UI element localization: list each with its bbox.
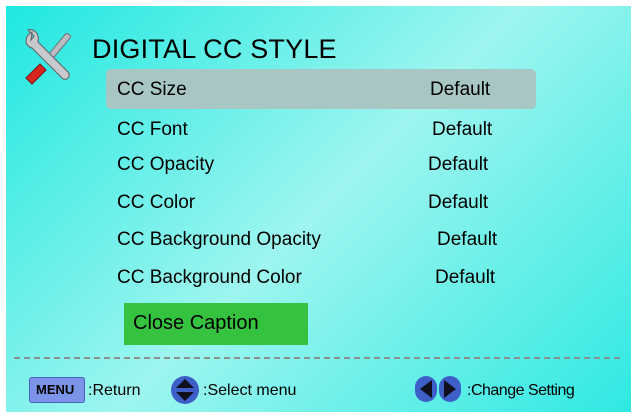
menu-key-label: MENU [36, 382, 75, 397]
menu-item-label: CC Opacity [117, 154, 215, 175]
menu-item-value: Default [430, 79, 491, 100]
page-title: DIGITAL CC STYLE [92, 34, 337, 64]
left-right-arrows-icon [415, 376, 461, 402]
select-menu-hint: :Select menu [203, 382, 297, 399]
menu-item-value: Default [432, 119, 493, 140]
tools-icon [25, 29, 71, 85]
menu-item-cc-font[interactable]: CC Font Default [106, 109, 536, 149]
menu-item-cc-background-opacity[interactable]: CC Background Opacity Default [106, 219, 536, 259]
close-caption-label: Close Caption [133, 312, 259, 334]
menu-item-value: Default [428, 192, 489, 213]
menu-item-value: Default [437, 229, 498, 250]
up-down-arrows-icon [171, 376, 199, 404]
menu-item-label: CC Size [117, 79, 187, 100]
menu-item-cc-size[interactable]: CC Size Default [106, 69, 536, 109]
menu-item-label: CC Background Color [117, 267, 302, 288]
menu-item-value: Default [435, 267, 496, 288]
osd-screen: DIGITAL CC STYLE CC Size Default CC Font… [6, 6, 631, 412]
menu-item-value: Default [428, 154, 489, 175]
menu-item-cc-background-color[interactable]: CC Background Color Default [106, 257, 536, 297]
return-hint: :Return [88, 382, 141, 399]
menu-key-icon: MENU [29, 377, 85, 403]
menu-item-label: CC Color [117, 192, 196, 213]
footer-divider [14, 357, 620, 359]
menu-item-cc-opacity[interactable]: CC Opacity Default [106, 144, 536, 184]
menu-item-label: CC Background Opacity [117, 229, 321, 250]
menu-item-label: CC Font [117, 119, 188, 140]
menu-item-cc-color[interactable]: CC Color Default [106, 182, 536, 222]
change-setting-hint: :Change Setting [467, 382, 575, 399]
close-caption-button[interactable]: Close Caption [124, 303, 308, 345]
